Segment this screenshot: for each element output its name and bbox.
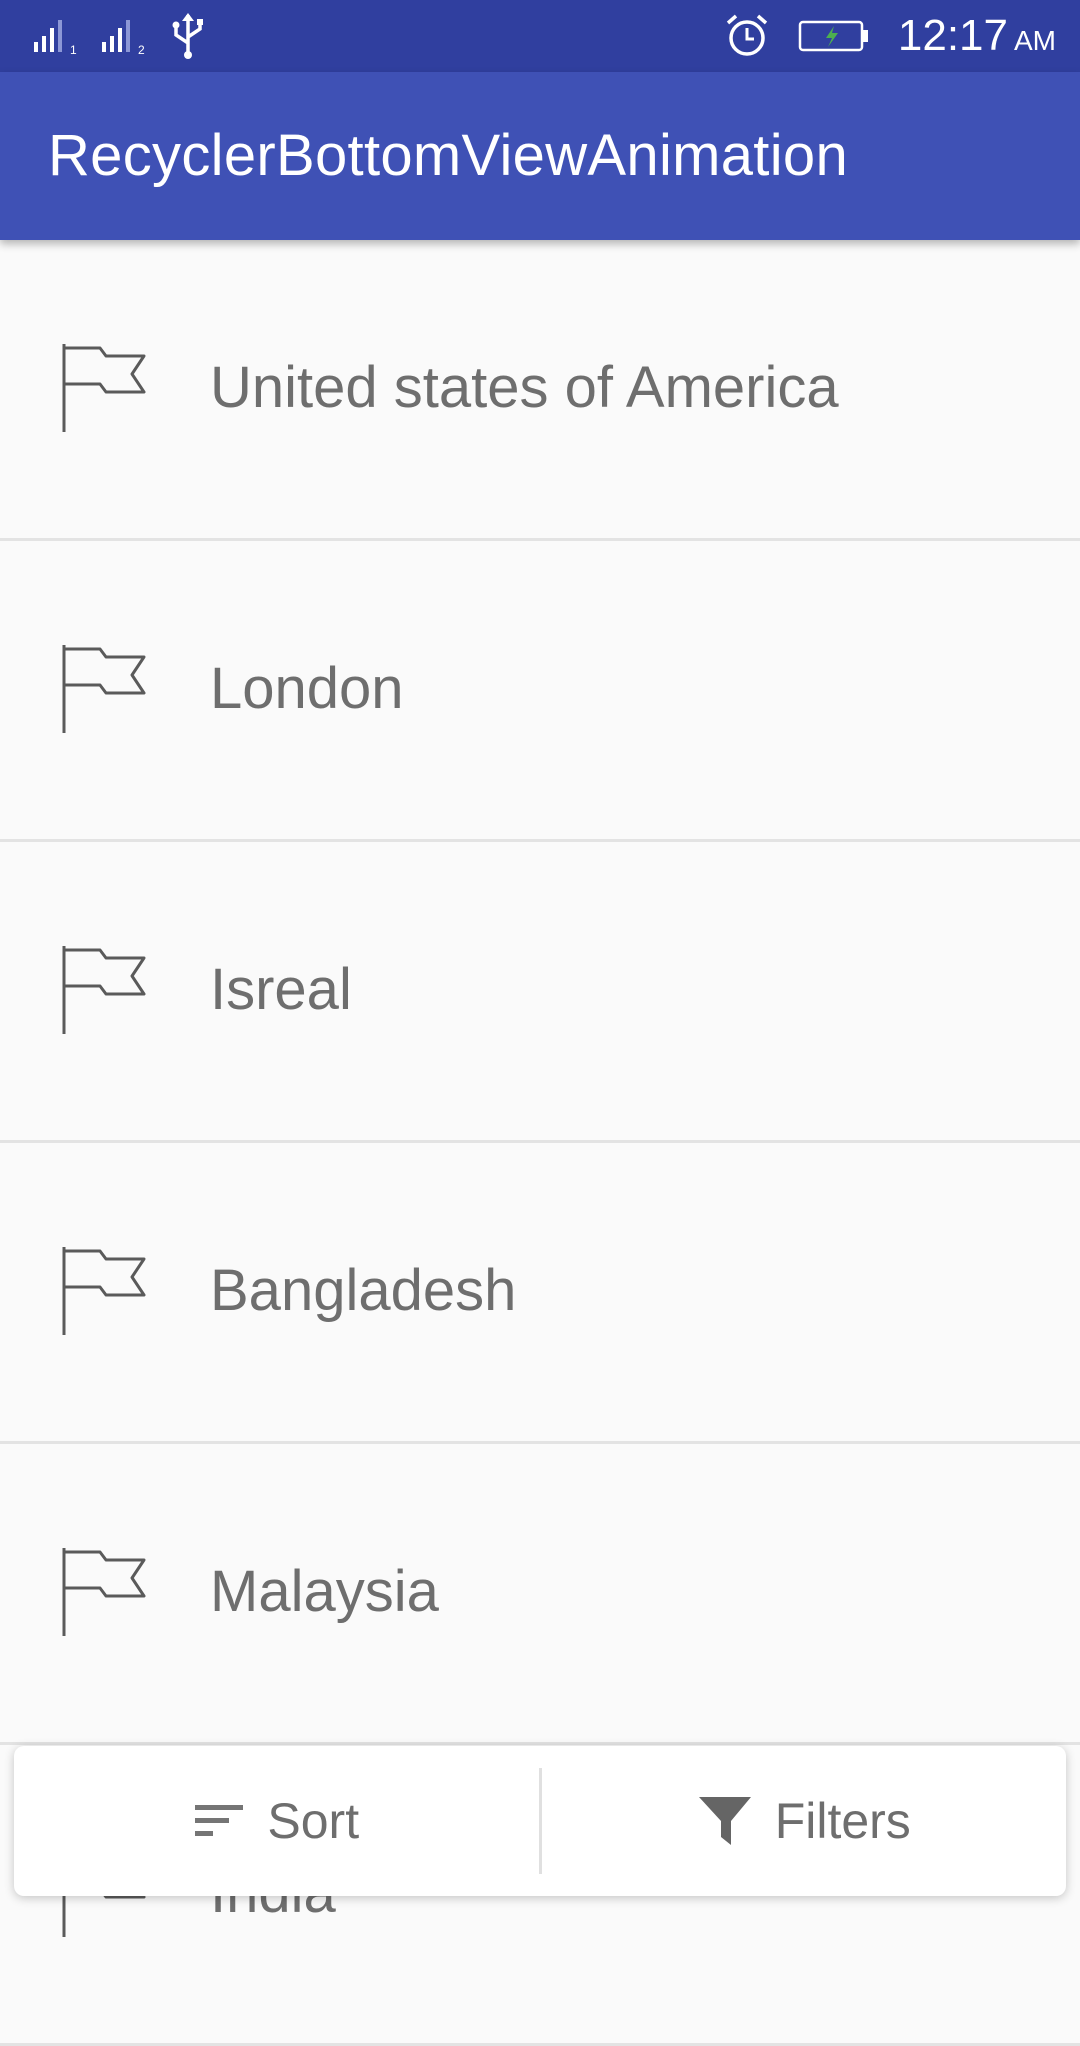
sort-button[interactable]: Sort — [14, 1746, 539, 1896]
list-item-label: Bangladesh — [210, 1258, 517, 1323]
list-item[interactable]: Malaysia — [0, 1444, 1080, 1745]
filters-label: Filters — [774, 1793, 911, 1849]
status-bar: 1 2 12:17 AM — [0, 0, 1080, 72]
svg-text:2: 2 — [138, 43, 145, 56]
list-item-label: London — [210, 656, 404, 721]
flag-icon — [62, 1247, 146, 1335]
list-item[interactable]: Bangladesh — [0, 1143, 1080, 1444]
sort-icon — [195, 1805, 244, 1836]
usb-icon — [172, 13, 203, 59]
list-item[interactable]: United states of America — [0, 240, 1080, 541]
clock-ampm: AM — [1014, 25, 1056, 56]
signal-sim1-icon: 1 — [34, 20, 77, 56]
status-icons-left: 1 2 — [32, 13, 208, 59]
flag-icon — [62, 1548, 146, 1636]
filters-button[interactable]: Filters — [542, 1746, 1067, 1896]
app-title: RecyclerBottomViewAnimation — [48, 123, 849, 188]
signal-sim2-icon: 2 — [102, 20, 145, 56]
sort-label: Sort — [267, 1793, 360, 1849]
list-item[interactable]: Isreal — [0, 842, 1080, 1143]
app-bar: RecyclerBottomViewAnimation — [0, 72, 1080, 240]
svg-text:1: 1 — [70, 43, 77, 56]
clock-time: 12:17 — [897, 11, 1008, 60]
flag-icon — [62, 946, 146, 1034]
bottom-action-bar: Sort Filters — [14, 1746, 1066, 1896]
alarm-icon — [726, 14, 768, 56]
flag-icon — [62, 344, 146, 432]
list-item[interactable]: London — [0, 541, 1080, 842]
list-item-label: Malaysia — [210, 1559, 439, 1624]
status-clock: 12:17 AM — [898, 11, 1056, 61]
list-item-label: United states of America — [210, 355, 839, 420]
status-icons-right: 12:17 AM — [724, 8, 1056, 64]
filter-icon — [698, 1797, 751, 1845]
battery-charging-icon — [798, 20, 868, 52]
list-item-label: Isreal — [210, 957, 352, 1022]
flag-icon — [62, 645, 146, 733]
